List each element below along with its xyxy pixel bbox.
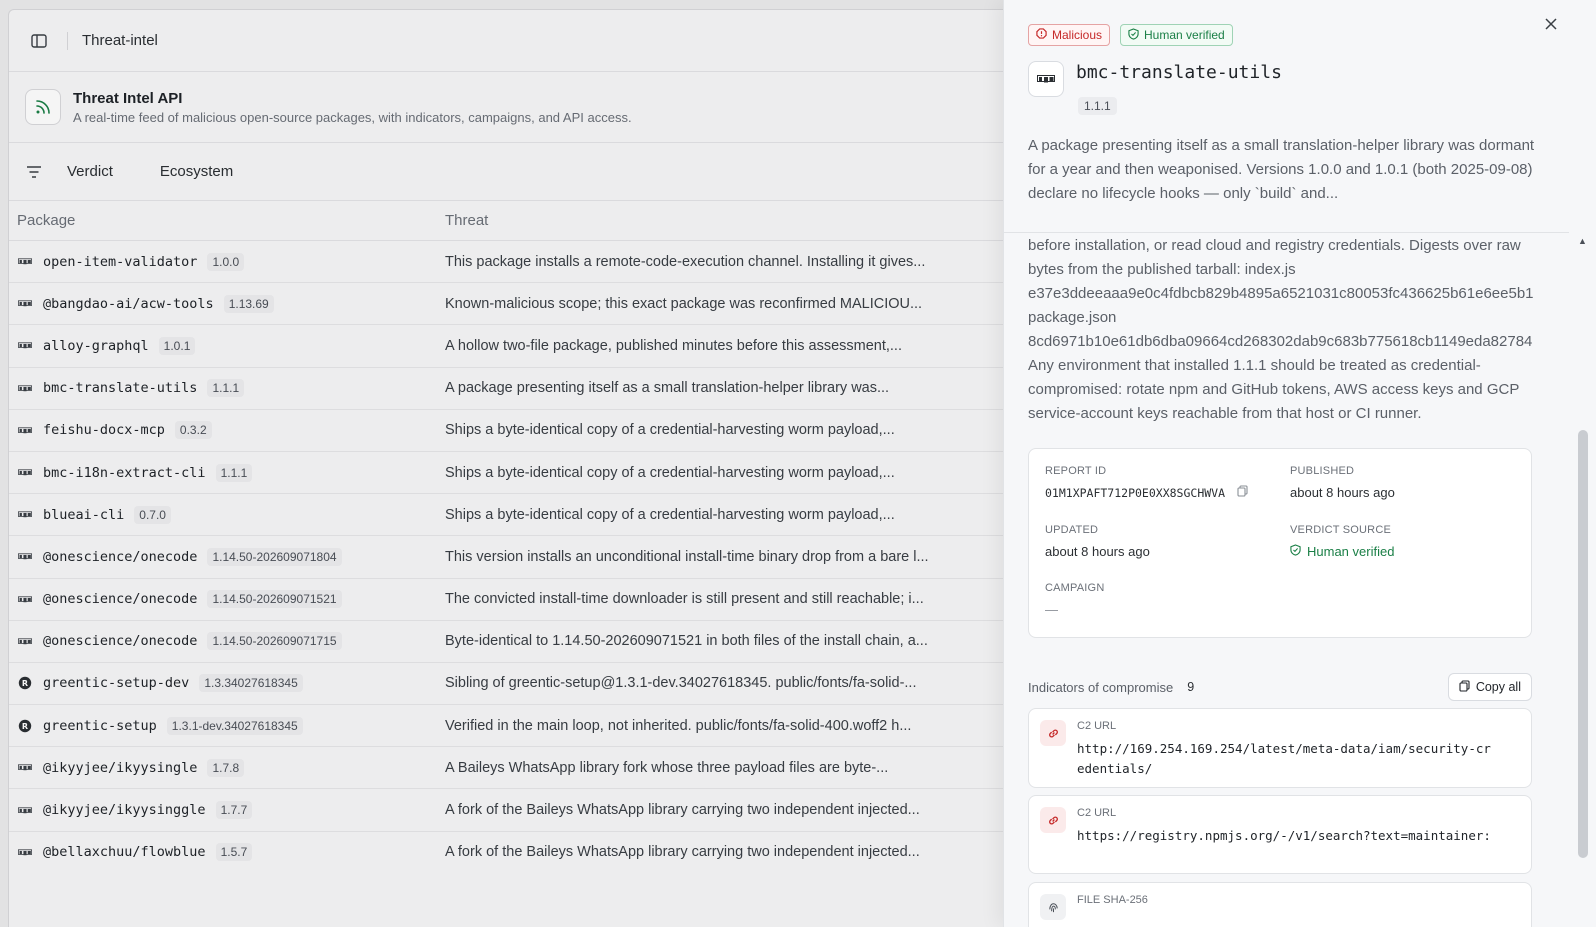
- link-icon: [1040, 720, 1066, 746]
- verdict-source-label: VERDICT SOURCE: [1290, 524, 1391, 536]
- verdict-source-value: Human verified: [1307, 544, 1395, 559]
- text-line: e37e3ddeeaaa9e0c4fdbcb829b4895a6521031c8…: [1028, 285, 1533, 302]
- panel-header: Malicious Human verified bmc-translate-u…: [1004, 0, 1569, 233]
- published-field: PUBLISHED about 8 hours ago: [1290, 465, 1395, 500]
- text-line: compromised: rotate npm and GitHub token…: [1028, 381, 1520, 398]
- ioc-item[interactable]: FILE SHA-256: [1028, 882, 1532, 927]
- panel-scroll-body[interactable]: before installation, or read cloud and r…: [1004, 233, 1569, 927]
- shield-check-icon: [1128, 27, 1139, 43]
- ioc-value: http://169.254.169.254/latest/meta-data/…: [1077, 741, 1491, 776]
- verdict-source-field: VERDICT SOURCE Human verified: [1290, 524, 1394, 559]
- threat-details-text: before installation, or read cloud and r…: [1028, 233, 1533, 426]
- ioc-type: FILE SHA-256: [1077, 894, 1148, 906]
- shield-check-icon: [1290, 544, 1301, 559]
- ioc-item[interactable]: C2 URL http://169.254.169.254/latest/met…: [1028, 708, 1532, 788]
- package-version: 1.1.1: [1078, 97, 1117, 115]
- malicious-badge: Malicious: [1028, 24, 1111, 46]
- copy-icon[interactable]: [1237, 485, 1248, 500]
- ioc-count: 9: [1187, 680, 1195, 694]
- ioc-value: https://registry.npmjs.org/-/v1/search?t…: [1077, 828, 1491, 843]
- copy-icon: [1459, 679, 1470, 695]
- updated-value: about 8 hours ago: [1045, 544, 1150, 559]
- text-line: package.json: [1028, 309, 1117, 326]
- text-line: bytes from the published tarball: index.…: [1028, 261, 1296, 278]
- panel-scrollbar[interactable]: ▲: [1569, 233, 1596, 927]
- scroll-up-arrow-icon[interactable]: ▲: [1578, 236, 1587, 246]
- close-icon[interactable]: [1542, 15, 1560, 33]
- text-line: before installation, or read cloud and r…: [1028, 237, 1521, 254]
- text-line: service-account keys reachable from that…: [1028, 405, 1422, 422]
- scrollbar-thumb[interactable]: [1578, 430, 1588, 858]
- fingerprint-icon: [1040, 894, 1066, 920]
- published-label: PUBLISHED: [1290, 465, 1355, 477]
- detail-panel: Malicious Human verified bmc-translate-u…: [1003, 0, 1596, 927]
- package-title: bmc-translate-utils: [1076, 62, 1282, 83]
- ioc-header: Indicators of compromise 9 Copy all: [1028, 673, 1532, 701]
- text-line: Any environment that installed 1.1.1 sho…: [1028, 357, 1481, 374]
- human-verified-label: Human verified: [1144, 28, 1225, 42]
- report-metadata-card: REPORT ID 01M1XPAFT712P0E0XX8SGCHWVA PUB…: [1028, 448, 1532, 638]
- threat-summary: A package presenting itself as a small t…: [1028, 137, 1535, 202]
- modal-overlay[interactable]: [0, 0, 1003, 927]
- campaign-field: CAMPAIGN —: [1045, 582, 1104, 617]
- updated-label: UPDATED: [1045, 524, 1099, 536]
- npm-logo-icon: [1028, 61, 1064, 97]
- report-id-value: 01M1XPAFT712P0E0XX8SGCHWVA: [1045, 485, 1226, 500]
- updated-field: UPDATED about 8 hours ago: [1045, 524, 1150, 559]
- human-verified-badge: Human verified: [1120, 24, 1233, 46]
- text-line: 8cd6971b10e61db6dba09664cd268302dab9c683…: [1028, 333, 1533, 350]
- campaign-value: —: [1045, 602, 1058, 617]
- campaign-label: CAMPAIGN: [1045, 582, 1105, 594]
- verdict-badges: Malicious Human verified: [1028, 24, 1233, 46]
- report-id-label: REPORT ID: [1045, 465, 1107, 477]
- ioc-title: Indicators of compromise: [1028, 679, 1174, 695]
- ioc-type: C2 URL: [1077, 807, 1117, 819]
- link-icon: [1040, 807, 1066, 833]
- copy-all-button[interactable]: Copy all: [1447, 673, 1532, 701]
- report-id-field: REPORT ID 01M1XPAFT712P0E0XX8SGCHWVA: [1045, 465, 1248, 500]
- ioc-type: C2 URL: [1077, 720, 1117, 732]
- malicious-label: Malicious: [1052, 28, 1103, 42]
- warning-icon: [1036, 28, 1047, 42]
- copy-all-label: Copy all: [1475, 680, 1521, 694]
- ioc-item[interactable]: C2 URL https://registry.npmjs.org/-/v1/s…: [1028, 795, 1532, 874]
- published-value: about 8 hours ago: [1290, 485, 1395, 500]
